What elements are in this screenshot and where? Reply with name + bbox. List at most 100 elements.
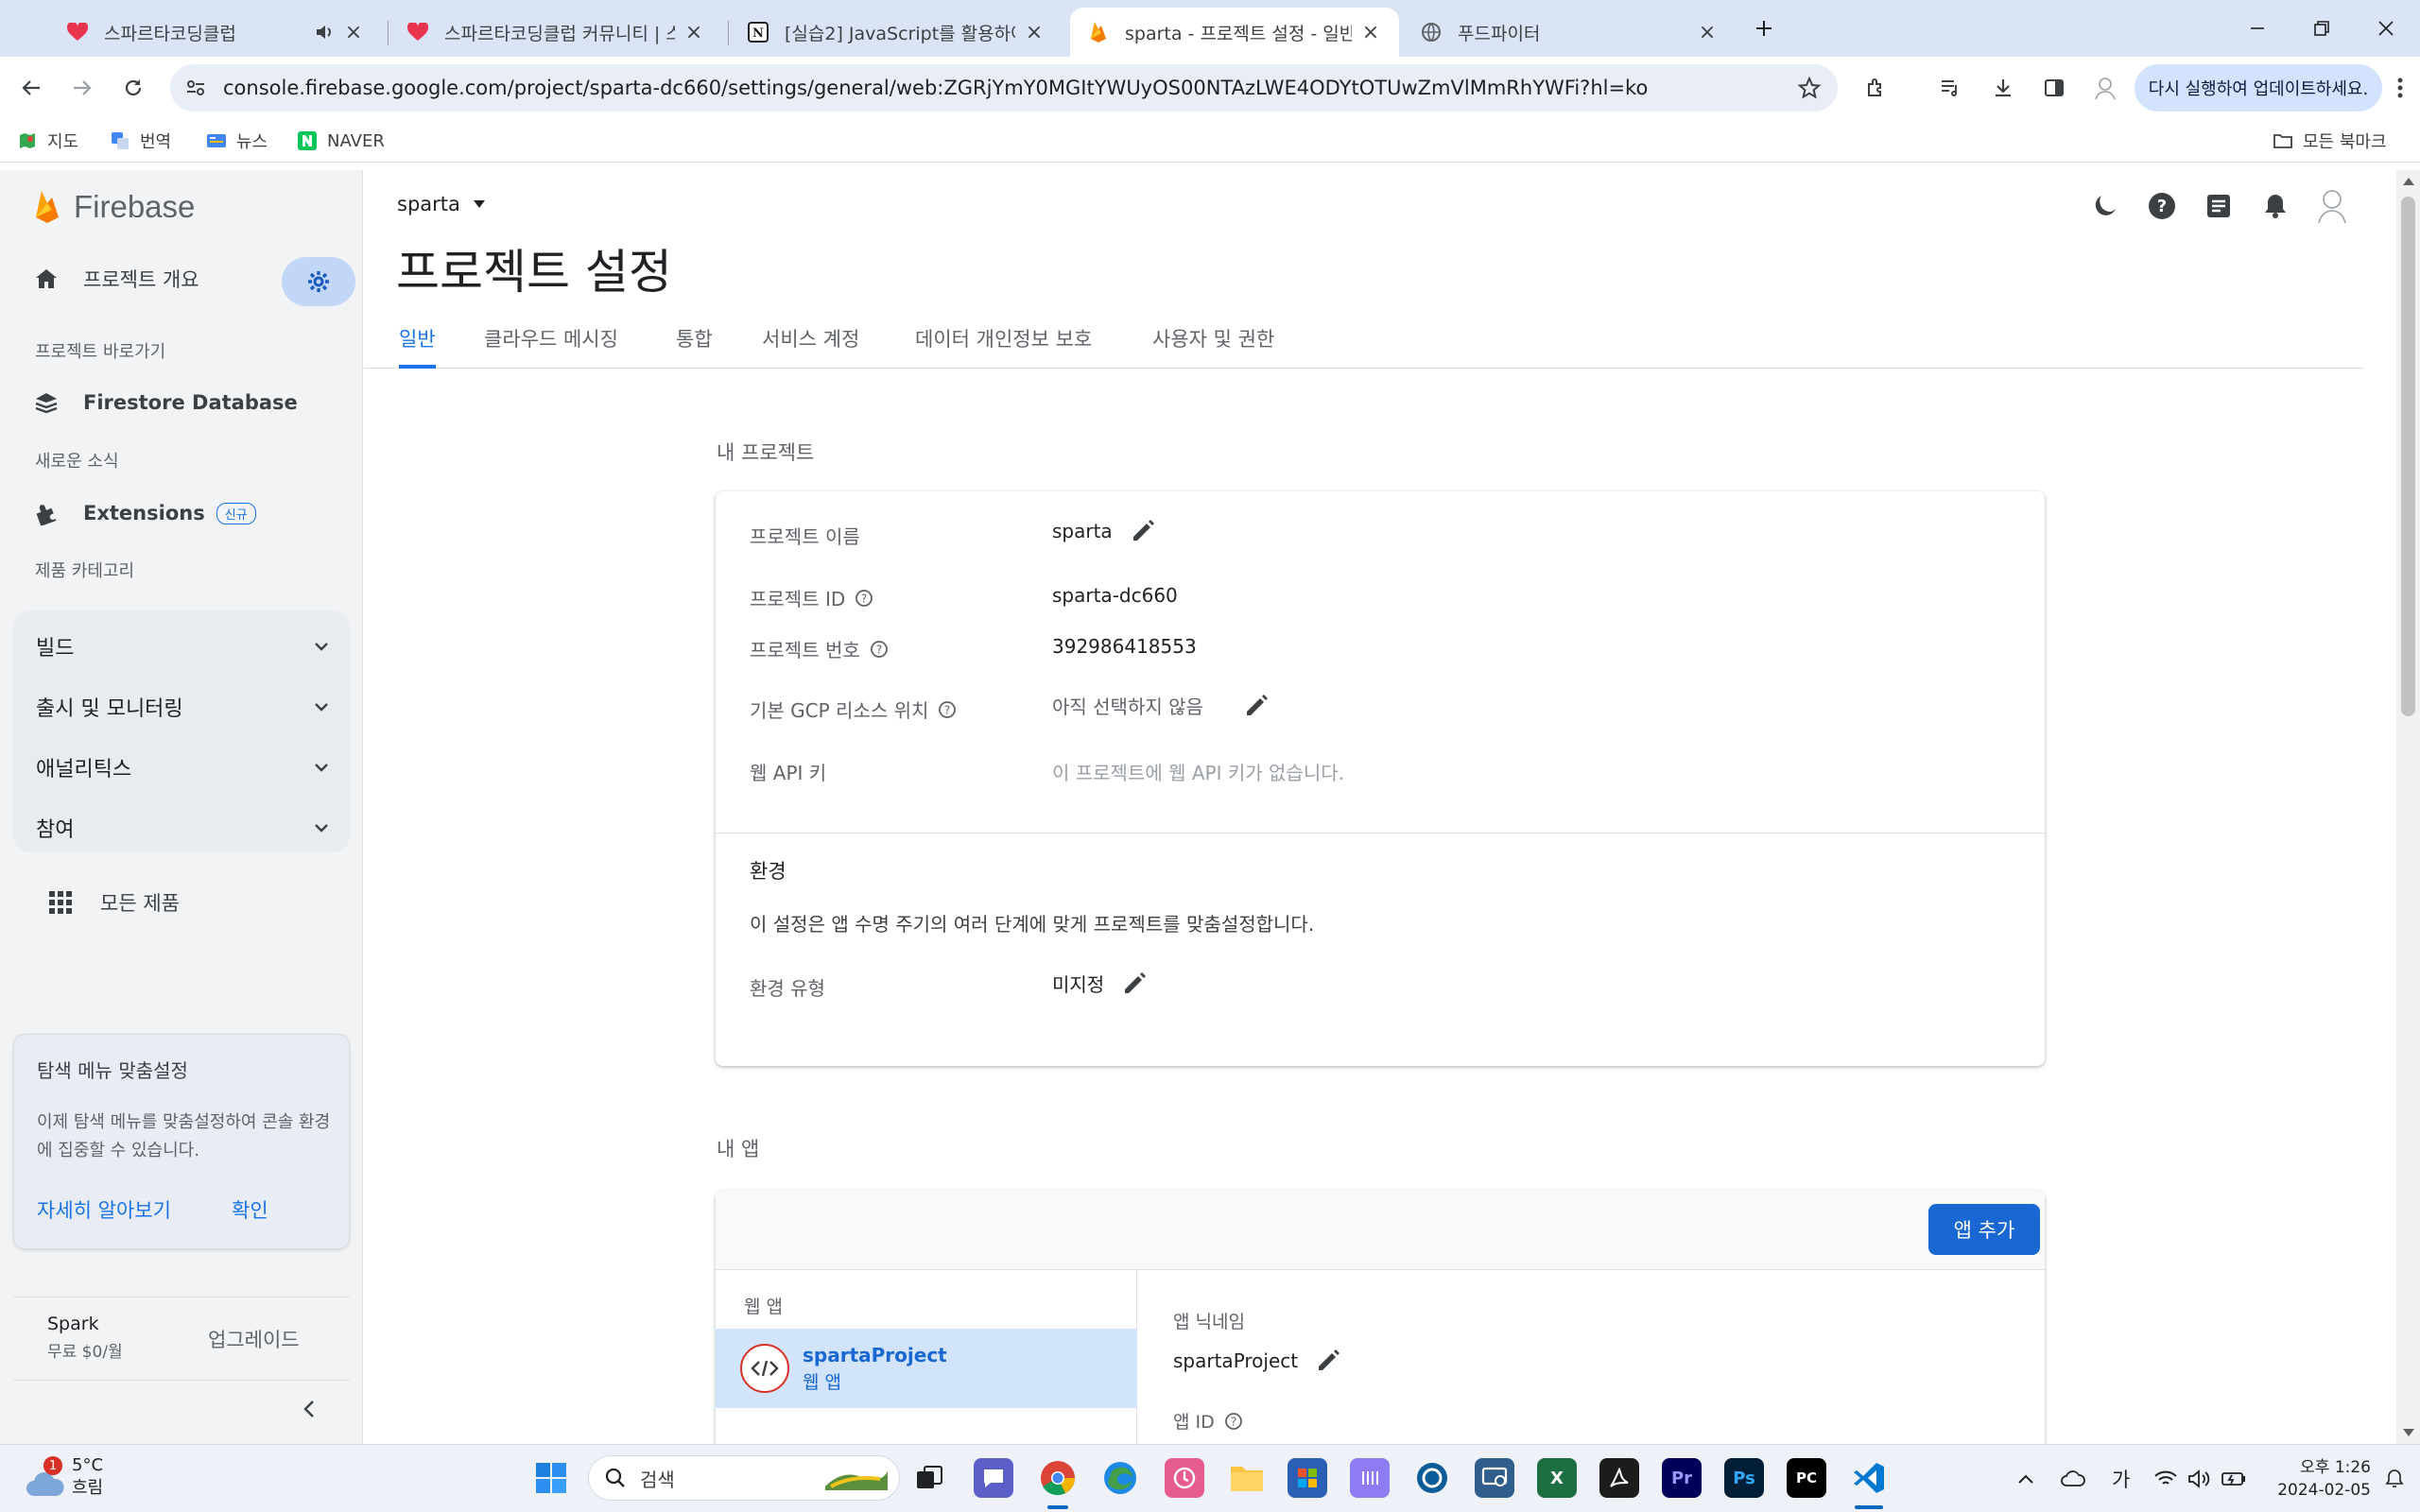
tab-users-permissions[interactable]: 사용자 및 권한 <box>1152 321 1274 369</box>
forward-arrow-icon[interactable] <box>62 68 102 108</box>
excel-icon[interactable]: X <box>1537 1458 1577 1498</box>
ime-indicator[interactable]: 가 <box>2112 1445 2130 1512</box>
help-circle-icon[interactable]: ? <box>938 700 957 719</box>
extensions-puzzle-icon[interactable] <box>1857 68 1896 108</box>
notifications-bell-icon[interactable] <box>2256 187 2294 225</box>
bookmark-news[interactable]: 뉴스 <box>206 127 268 155</box>
bookmark-naver[interactable]: NAVER <box>297 127 385 155</box>
close-tab-icon[interactable]: × <box>683 21 705 44</box>
battery-icon[interactable] <box>2221 1445 2246 1512</box>
all-bookmarks-button[interactable]: 모든 북마크 <box>2273 127 2387 155</box>
firestore-link[interactable]: Firestore Database <box>34 391 298 414</box>
back-arrow-icon[interactable] <box>11 68 51 108</box>
tray-overflow-icon[interactable] <box>2017 1445 2034 1512</box>
teams-chat-icon[interactable] <box>974 1458 1013 1498</box>
extensions-link[interactable]: Extensions 신규 <box>34 501 256 525</box>
page-scrollbar[interactable] <box>2396 170 2420 1444</box>
bookmark-translate[interactable]: 번역 <box>110 127 171 155</box>
edit-pencil-icon[interactable] <box>1243 693 1270 719</box>
category-analytics[interactable]: 애널리틱스 <box>36 748 329 786</box>
category-release-monitor[interactable]: 출시 및 모니터링 <box>36 688 329 726</box>
edit-pencil-icon[interactable] <box>1130 518 1156 544</box>
microsoft-store-icon[interactable] <box>1288 1458 1327 1498</box>
browser-tab[interactable]: 푸드파이터 × <box>1403 8 1736 57</box>
category-engage[interactable]: 참여 <box>36 809 329 847</box>
edge-taskbar-icon[interactable] <box>1100 1458 1140 1498</box>
browser-tab[interactable]: N [실습2] JavaScript를 활용하여 × <box>730 8 1063 57</box>
firebase-logo[interactable]: Firebase <box>34 189 195 225</box>
reload-icon[interactable] <box>113 68 153 108</box>
home-icon <box>36 269 57 288</box>
edit-pencil-icon[interactable] <box>1315 1348 1341 1374</box>
side-panel-icon[interactable] <box>2034 68 2074 108</box>
volume-icon[interactable] <box>2187 1445 2210 1512</box>
tab-cloud-messaging[interactable]: 클라우드 메시징 <box>484 321 618 369</box>
adobe-acrobat-icon[interactable] <box>1599 1458 1639 1498</box>
site-info-icon[interactable] <box>185 77 206 98</box>
taskbar-search[interactable]: 검색 <box>588 1455 900 1501</box>
speaker-icon[interactable] <box>314 22 335 43</box>
add-app-button[interactable]: 앱 추가 <box>1928 1204 2040 1255</box>
close-tab-icon[interactable]: × <box>1696 21 1719 44</box>
app-list-item[interactable]: spartaProject 웹 앱 <box>716 1329 1137 1408</box>
photoshop-icon[interactable]: Ps <box>1724 1458 1764 1498</box>
help-circle-icon[interactable]: ? <box>1224 1412 1243 1431</box>
pycharm-icon[interactable]: PC <box>1787 1458 1826 1498</box>
release-notes-icon[interactable] <box>2200 187 2238 225</box>
tab-general[interactable]: 일반 <box>399 321 436 369</box>
vscode-icon[interactable] <box>1849 1458 1889 1498</box>
account-avatar-icon[interactable] <box>2313 187 2351 225</box>
minimize-window-icon[interactable] <box>2237 9 2278 47</box>
close-tab-icon[interactable]: × <box>1359 21 1382 44</box>
confirm-link[interactable]: 확인 <box>232 1195 268 1224</box>
clipchamp-icon[interactable] <box>1165 1458 1204 1498</box>
file-explorer-icon[interactable] <box>1227 1458 1267 1498</box>
project-overview-link[interactable]: 프로젝트 개요 <box>34 265 199 293</box>
media-queue-icon[interactable] <box>1930 68 1970 108</box>
project-switcher[interactable]: sparta <box>397 193 487 215</box>
edit-pencil-icon[interactable] <box>1121 971 1148 997</box>
circle-app-icon[interactable] <box>1412 1458 1452 1498</box>
new-tab-button[interactable] <box>1743 9 1785 47</box>
help-icon[interactable]: ? <box>2143 187 2181 225</box>
close-window-icon[interactable] <box>2365 9 2407 47</box>
tab-data-privacy[interactable]: 데이터 개인정보 보호 <box>915 321 1092 369</box>
address-bar[interactable]: console.firebase.google.com/project/spar… <box>170 64 1838 112</box>
help-circle-icon[interactable]: ? <box>855 589 873 608</box>
calculator-app-icon[interactable] <box>1350 1458 1390 1498</box>
restore-window-icon[interactable] <box>2301 9 2342 47</box>
close-tab-icon[interactable]: × <box>1023 21 1046 44</box>
upgrade-button[interactable]: 업그레이드 <box>208 1325 300 1353</box>
notification-center-icon[interactable] <box>2384 1445 2405 1512</box>
more-menu-icon[interactable] <box>2380 68 2420 108</box>
project-settings-button[interactable] <box>282 257 355 306</box>
bookmark-star-icon[interactable] <box>1798 77 1821 99</box>
project-name-label: 프로젝트 이름 <box>750 525 860 548</box>
wifi-icon[interactable] <box>2153 1445 2178 1512</box>
close-tab-icon[interactable]: × <box>342 21 365 44</box>
chrome-taskbar-icon[interactable] <box>1038 1458 1078 1498</box>
collapse-nav-icon[interactable] <box>302 1399 316 1419</box>
tab-service-accounts[interactable]: 서비스 계정 <box>762 321 859 369</box>
remote-desktop-icon[interactable] <box>1475 1458 1514 1498</box>
profile-avatar-icon[interactable] <box>2085 68 2125 108</box>
browser-tab[interactable]: 스파르타코딩클럽 커뮤니티 | 스 × <box>389 8 722 57</box>
browser-tab-active[interactable]: sparta - 프로젝트 설정 - 일반 × <box>1070 8 1399 57</box>
onedrive-cloud-icon[interactable] <box>2061 1445 2085 1512</box>
bookmark-maps[interactable]: 지도 <box>17 127 78 155</box>
update-chip-button[interactable]: 다시 실행하여 업데이트하세요. <box>2135 64 2382 112</box>
all-products-link[interactable]: 모든 제품 <box>49 888 180 917</box>
tab-integrations[interactable]: 통합 <box>676 321 713 369</box>
taskbar-clock[interactable]: 오후 1:26 2024-02-05 <box>2250 1456 2371 1502</box>
windows-start-icon[interactable] <box>531 1458 571 1498</box>
help-circle-icon[interactable]: ? <box>870 640 889 659</box>
dark-mode-moon-icon[interactable] <box>2086 187 2124 225</box>
weather-widget[interactable]: 1 5°C 흐림 <box>25 1454 103 1500</box>
learn-more-link[interactable]: 자세히 알아보기 <box>37 1195 171 1224</box>
task-view-icon[interactable] <box>909 1458 949 1498</box>
scrollbar-thumb[interactable] <box>2401 197 2415 716</box>
category-build[interactable]: 빌드 <box>36 627 329 665</box>
browser-tab[interactable]: 스파르타코딩클럽 × <box>49 8 382 57</box>
premiere-pro-icon[interactable]: Pr <box>1662 1458 1702 1498</box>
download-icon[interactable] <box>1983 68 2023 108</box>
